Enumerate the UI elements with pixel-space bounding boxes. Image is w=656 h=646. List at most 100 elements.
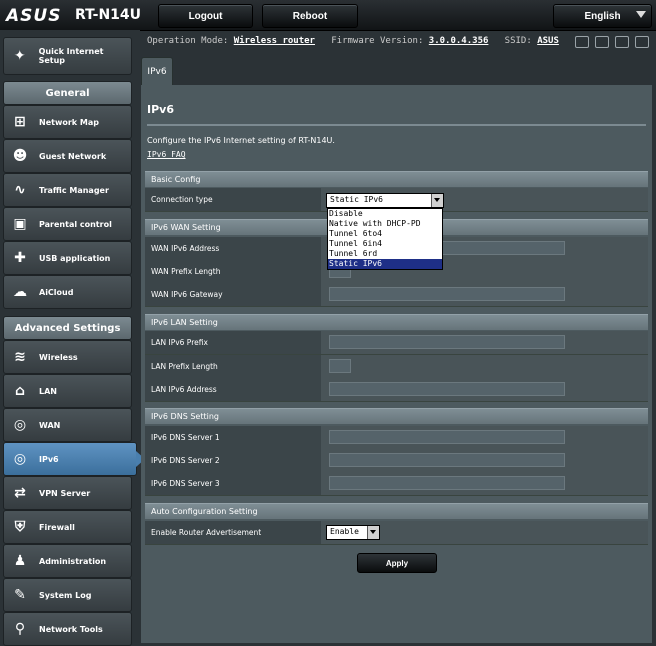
sidebar-item-label: WAN — [39, 420, 61, 430]
page-description: Configure the IPv6 Internet setting of R… — [147, 136, 335, 145]
sidebar-item-lan[interactable]: ⌂ LAN — [3, 374, 132, 408]
network-map-icon: ⊞ — [14, 114, 26, 130]
reboot-button[interactable]: Reboot — [262, 4, 358, 28]
sidebar-item-usb-application[interactable]: ✚ USB application — [3, 241, 132, 275]
wan-ipv6-gateway-input[interactable] — [329, 287, 565, 301]
sidebar-item-wireless[interactable]: ≋ Wireless — [3, 340, 132, 374]
firmware-label: Firmware Version: — [331, 36, 424, 46]
lan-prefix-length-input[interactable] — [329, 359, 351, 373]
sidebar-item-label: Network Map — [39, 117, 99, 127]
row-lan-prefix-length: LAN Prefix Length — [145, 355, 648, 379]
option-disable[interactable]: Disable — [328, 209, 442, 219]
option-tunnel-6in4[interactable]: Tunnel 6in4 — [328, 239, 442, 249]
row-lan-ipv6-prefix: LAN IPv6 Prefix — [145, 331, 648, 355]
sidebar-item-label: System Log — [39, 590, 92, 600]
sidebar-item-label: Quick Internet Setup — [38, 47, 104, 65]
dns-server-3-input[interactable] — [329, 476, 565, 490]
sidebar-item-label: USB application — [39, 253, 111, 263]
ethernet-icon[interactable] — [635, 36, 649, 48]
lan-ipv6-address-input[interactable] — [329, 382, 565, 396]
row-wan-ipv6-gateway: WAN IPv6 Gateway — [145, 283, 648, 307]
ipv6-icon: ◎ — [13, 451, 27, 467]
sidebar-item-vpn-server[interactable]: ⇄ VPN Server — [3, 476, 132, 510]
parental-control-icon: ▣ — [13, 216, 27, 232]
status-line: Operation Mode: Wireless router Firmware… — [147, 36, 559, 46]
sidebar-item-administration[interactable]: ♟ Administration — [3, 544, 132, 578]
wan-ipv6-address-label: WAN IPv6 Address — [145, 237, 321, 260]
row-dns-server-1: IPv6 DNS Server 1 — [145, 426, 648, 450]
title-divider — [147, 124, 646, 126]
usb-application-icon: ✚ — [14, 250, 26, 266]
router-advertisement-select[interactable]: Enable — [326, 525, 380, 540]
dns-server-2-label: IPv6 DNS Server 2 — [145, 449, 321, 472]
asus-logo: ASUS — [6, 6, 62, 26]
ssid-link[interactable]: ASUS — [537, 36, 559, 46]
sidebar-header-general: General — [3, 81, 132, 105]
sidebar-item-ipv6[interactable]: ◎ IPv6 — [3, 442, 145, 476]
option-tunnel-6rd[interactable]: Tunnel 6rd — [328, 249, 442, 259]
sidebar-item-label: Parental control — [39, 219, 112, 229]
language-label: English — [584, 10, 621, 22]
section-basic-config: Basic Config — [145, 171, 648, 187]
dns-server-3-label: IPv6 DNS Server 3 — [145, 472, 321, 495]
dns-server-1-input[interactable] — [329, 430, 565, 444]
sidebar-item-traffic-manager[interactable]: ∿ Traffic Manager — [3, 173, 132, 207]
dns-server-1-label: IPv6 DNS Server 1 — [145, 426, 321, 449]
sidebar-item-label: VPN Server — [39, 488, 91, 498]
sidebar-item-wan[interactable]: ◎ WAN — [3, 408, 132, 442]
sidebar-item-label: IPv6 — [39, 454, 59, 464]
row-dns-server-2: IPv6 DNS Server 2 — [145, 449, 648, 473]
sidebar-item-label: Guest Network — [39, 151, 107, 161]
connection-type-select[interactable]: Static IPv6 — [326, 193, 444, 208]
ipv6-faq-link[interactable]: IPv6 FAQ — [147, 150, 186, 159]
traffic-manager-icon: ∿ — [14, 182, 26, 198]
apply-button[interactable]: Apply — [357, 553, 437, 573]
sidebar-item-firewall[interactable]: ⛨ Firewall — [3, 510, 132, 544]
op-mode-link[interactable]: Wireless router — [234, 36, 315, 46]
chevron-down-icon — [636, 11, 646, 18]
ssid-label: SSID: — [504, 36, 532, 46]
sidebar-header-advanced: Advanced Settings — [3, 316, 132, 340]
sidebar-item-network-map[interactable]: ⊞ Network Map — [3, 105, 132, 139]
system-log-icon: ✎ — [14, 587, 26, 603]
option-native-dhcp-pd[interactable]: Native with DHCP-PD — [328, 219, 442, 229]
section-auto-configuration: Auto Configuration Setting — [145, 503, 648, 519]
wan-prefix-length-label: WAN Prefix Length — [145, 260, 321, 283]
usb-icon[interactable] — [615, 36, 629, 48]
dns-server-2-input[interactable] — [329, 453, 565, 467]
sidebar-item-parental-control[interactable]: ▣ Parental control — [3, 207, 132, 241]
option-tunnel-6to4[interactable]: Tunnel 6to4 — [328, 229, 442, 239]
sidebar-item-system-log[interactable]: ✎ System Log — [3, 578, 132, 612]
lan-prefix-length-label: LAN Prefix Length — [145, 355, 321, 378]
clients-icon[interactable] — [575, 36, 589, 48]
section-ipv6-lan: IPv6 LAN Setting — [145, 314, 648, 330]
row-router-advertisement: Enable Router Advertisement — [145, 521, 648, 545]
sidebar-item-label: LAN — [39, 386, 57, 396]
language-select[interactable]: English — [553, 4, 652, 28]
chevron-down-icon — [367, 526, 379, 539]
connection-type-value: Static IPv6 — [330, 195, 383, 204]
connection-type-dropdown: Disable Native with DHCP-PD Tunnel 6to4 … — [327, 208, 443, 270]
sidebar: ✦ Quick Internet Setup General ⊞ Network… — [0, 30, 145, 646]
row-dns-server-3: IPv6 DNS Server 3 — [145, 472, 648, 496]
sidebar-item-quick-internet-setup[interactable]: ✦ Quick Internet Setup — [3, 37, 132, 75]
wireless-icon: ≋ — [14, 349, 26, 365]
router-model: RT-N14U — [75, 7, 142, 23]
chevron-down-icon — [431, 194, 443, 207]
router-advertisement-label: Enable Router Advertisement — [145, 521, 321, 544]
tab-ipv6[interactable]: IPv6 — [141, 57, 173, 86]
connection-type-label: Connection type — [145, 188, 321, 211]
option-static-ipv6[interactable]: Static IPv6 — [328, 259, 442, 269]
sidebar-item-label: Traffic Manager — [39, 185, 109, 195]
printer-icon[interactable] — [595, 36, 609, 48]
sidebar-item-network-tools[interactable]: ⚲ Network Tools — [3, 612, 132, 646]
top-bar: ASUS RT-N14U Logout Reboot English — [0, 0, 656, 31]
aicloud-icon: ☁ — [13, 284, 27, 300]
lan-ipv6-prefix-input[interactable] — [329, 335, 565, 349]
administration-icon: ♟ — [13, 553, 27, 569]
sidebar-item-guest-network[interactable]: ☻ Guest Network — [3, 139, 132, 173]
firmware-link[interactable]: 3.0.0.4.356 — [429, 36, 489, 46]
guest-network-icon: ☻ — [12, 148, 28, 164]
sidebar-item-aicloud[interactable]: ☁ AiCloud — [3, 275, 132, 309]
logout-button[interactable]: Logout — [158, 4, 253, 28]
